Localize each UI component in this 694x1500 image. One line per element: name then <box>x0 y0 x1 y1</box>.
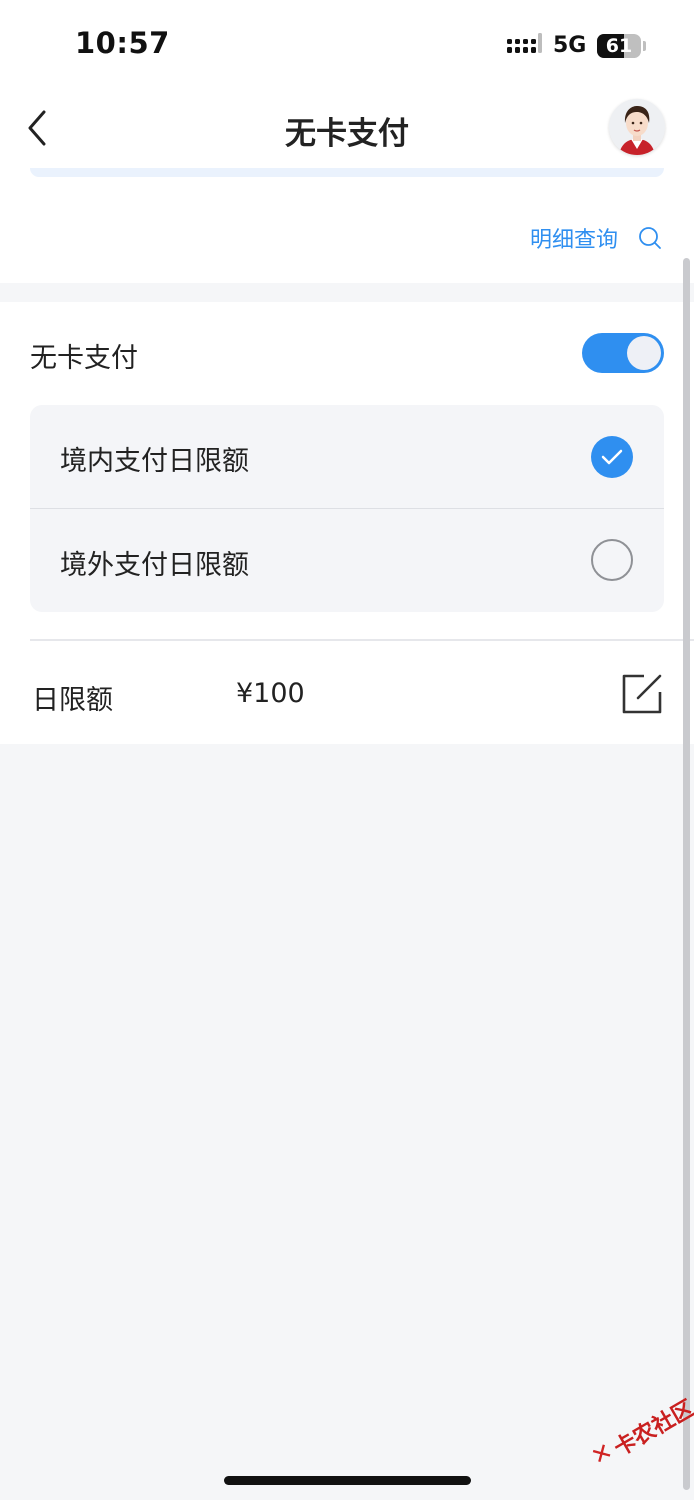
watermark-text: 卡农社区 <box>609 1396 694 1462</box>
cardless-pay-label: 无卡支付 <box>30 343 138 374</box>
scrollbar[interactable] <box>683 258 690 1490</box>
settings-card: 无卡支付 境内支付日限额 境外支付日限额 日限额 ¥100 <box>0 302 694 744</box>
network-type: 5G <box>553 33 587 58</box>
nav-bar: 无卡支付 <box>0 90 694 168</box>
radio-checked-icon[interactable] <box>591 436 633 478</box>
daily-limit-label: 日限额 <box>32 685 113 716</box>
battery-icon: 61 <box>597 34 641 58</box>
edit-icon[interactable] <box>620 672 664 716</box>
card-divider <box>30 639 694 641</box>
search-icon <box>639 227 661 249</box>
detail-query-label: 明细查询 <box>529 228 618 253</box>
option-domestic-limit[interactable]: 境内支付日限额 <box>30 405 664 508</box>
checkmark-icon <box>601 449 623 465</box>
limit-options: 境内支付日限额 境外支付日限额 <box>30 405 664 612</box>
toggle-knob <box>627 336 661 370</box>
detail-query-link[interactable]: 明细查询 <box>530 222 662 254</box>
avatar-illustration <box>609 99 665 155</box>
status-bar: 10:57 5G 61 <box>0 0 694 90</box>
option-overseas-limit[interactable]: 境外支付日限额 <box>30 509 664 612</box>
page-title: 无卡支付 <box>285 116 409 152</box>
option-label: 境内支付日限额 <box>60 446 249 477</box>
option-label: 境外支付日限额 <box>60 550 249 581</box>
cardless-pay-toggle[interactable] <box>582 333 664 373</box>
top-section: 明细查询 <box>0 168 694 283</box>
assistant-avatar[interactable] <box>609 99 665 155</box>
home-indicator[interactable] <box>224 1476 471 1485</box>
banner-edge <box>30 168 664 177</box>
signal-icon <box>507 33 542 53</box>
battery-level: 61 <box>605 35 633 57</box>
watermark-logo: ✕ 卡农社区 <box>579 1385 694 1496</box>
battery-tip <box>643 41 646 51</box>
status-time: 10:57 <box>75 26 170 60</box>
radio-unchecked-icon[interactable] <box>591 539 633 581</box>
daily-limit-value: ¥100 <box>236 678 305 709</box>
